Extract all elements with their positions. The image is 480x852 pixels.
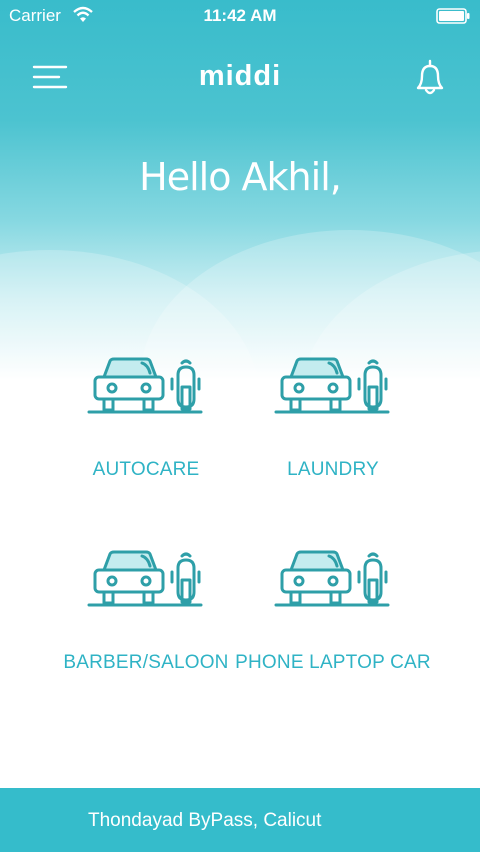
service-autocare[interactable]: AUTOCARE <box>41 355 251 481</box>
car-scooter-icon <box>274 550 390 607</box>
location-bar[interactable]: Thondayad ByPass, Calicut <box>0 788 480 852</box>
service-laundry[interactable]: LAUNDRY <box>228 355 438 481</box>
bell-icon[interactable] <box>410 58 450 98</box>
location-text: Thondayad ByPass, Calicut <box>88 810 322 831</box>
car-scooter-icon <box>274 357 390 414</box>
clock: 11:42 AM <box>203 6 277 25</box>
service-label: LAUNDRY <box>287 459 379 480</box>
service-barber-saloon[interactable]: BARBER/SALOON <box>41 548 251 674</box>
service-label: AUTOCARE <box>92 459 200 480</box>
car-scooter-icon <box>87 550 203 607</box>
app-logo: middi <box>198 60 282 92</box>
status-bar: Carrier 11:42 AM <box>0 0 480 32</box>
car-scooter-icon <box>87 357 203 414</box>
nav-bar: middi <box>0 50 480 106</box>
battery-icon <box>436 8 470 24</box>
service-label: BARBER/SALOON <box>63 652 229 673</box>
greeting-text: Hello Akhil, <box>139 155 342 199</box>
service-phone-laptop-car[interactable]: PHONE LAPTOP CAR <box>228 548 438 674</box>
service-label: PHONE LAPTOP CAR <box>235 652 431 673</box>
